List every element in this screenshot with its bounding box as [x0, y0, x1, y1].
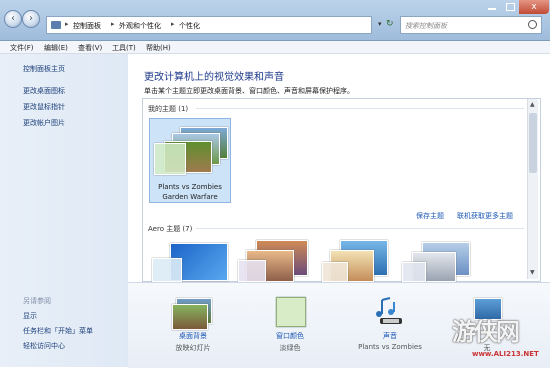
sounds-link[interactable]: 声音 — [345, 331, 435, 341]
my-themes-heading: 我的主题 (1) — [148, 105, 189, 113]
breadcrumb-chevron-icon[interactable]: ▸ — [111, 20, 115, 28]
sidebar-home-link[interactable]: 控制面板主页 — [23, 64, 65, 74]
maximize-button[interactable] — [500, 0, 520, 14]
close-button[interactable]: x — [519, 0, 549, 14]
group-divider — [196, 108, 524, 109]
close-icon: x — [531, 2, 537, 12]
sidebar-item-desktop-icons[interactable]: 更改桌面图标 — [23, 86, 65, 96]
watermark-text: 游侠网 — [452, 318, 520, 346]
breadcrumb-chevron-icon[interactable]: ▸ — [171, 20, 175, 28]
window-color-swatch — [152, 258, 182, 282]
window-color-icon[interactable] — [276, 297, 306, 327]
menu-edit[interactable]: 编辑(E) — [44, 43, 68, 53]
window-color-swatch — [238, 260, 266, 282]
search-placeholder: 搜索控制面板 — [405, 22, 447, 30]
refresh-icon[interactable]: ↻ — [386, 19, 396, 29]
breadcrumb-personalization[interactable]: 个性化 — [179, 21, 200, 31]
scroll-down-icon[interactable]: ▼ — [530, 269, 535, 276]
page-subtitle: 单击某个主题立即更改桌面背景、窗口颜色、声音和屏幕保护程序。 — [144, 87, 354, 95]
menu-file[interactable]: 文件(F) — [10, 43, 34, 53]
desktop-background-icon-front — [172, 304, 208, 330]
theme-list-scrollbar[interactable]: ▲ ▼ — [527, 99, 538, 279]
menu-tools[interactable]: 工具(T) — [112, 43, 136, 53]
scroll-up-icon[interactable]: ▲ — [530, 101, 535, 108]
breadcrumb-chevron-icon[interactable]: ▸ — [65, 20, 69, 28]
sidebar-item-display[interactable]: 显示 — [23, 311, 37, 321]
desktop-background-sub: 放映幻灯片 — [175, 344, 211, 352]
window-color-sub: 淡绿色 — [279, 344, 301, 352]
back-button[interactable]: ‹ — [4, 10, 22, 28]
forward-button[interactable]: › — [22, 10, 40, 28]
page-title: 更改计算机上的视觉效果和声音 — [144, 72, 284, 83]
window-color-swatch — [322, 262, 348, 282]
window-color-swatch — [402, 262, 426, 282]
sounds-sub: Plants vs Zombies — [358, 343, 422, 351]
scrollbar-thumb[interactable] — [529, 113, 537, 173]
theme-subname: Garden Warfare — [162, 193, 218, 201]
breadcrumb-appearance[interactable]: 外观和个性化 — [119, 21, 161, 31]
save-theme-link[interactable]: 保存主题 — [416, 211, 444, 221]
aero-themes-heading: Aero 主题 (7) — [148, 225, 193, 233]
minimize-button[interactable] — [482, 0, 502, 14]
get-more-themes-link[interactable]: 联机获取更多主题 — [457, 211, 513, 221]
search-input[interactable]: 搜索控制面板 — [400, 16, 542, 34]
breadcrumb-control-panel[interactable]: 控制面板 — [73, 21, 101, 31]
watermark-url: www.ALI213.NET — [472, 350, 539, 358]
theme-name: Plants vs Zombies — [158, 183, 222, 191]
sidebar-item-taskbar[interactable]: 任务栏和「开始」菜单 — [23, 326, 93, 336]
sidebar-item-mouse-pointers[interactable]: 更改鼠标指针 — [23, 102, 65, 112]
address-bar[interactable]: ▸ 控制面板 ▸ 外观和个性化 ▸ 个性化 — [46, 16, 372, 34]
address-dropdown-icon[interactable]: ▾ — [378, 20, 382, 28]
see-also-heading: 另请参阅 — [23, 297, 51, 305]
menu-bar: 文件(F) 编辑(E) 查看(V) 工具(T) 帮助(H) — [0, 41, 550, 54]
watermark-logo: 游侠网 www.ALI213.NET — [452, 312, 548, 362]
sidebar — [0, 54, 128, 367]
group-divider — [196, 228, 524, 229]
window-color-link[interactable]: 窗口颜色 — [245, 331, 335, 341]
sounds-icon[interactable] — [374, 296, 406, 326]
menu-help[interactable]: 帮助(H) — [146, 43, 171, 53]
window-color-swatch — [154, 143, 186, 175]
desktop-background-link[interactable]: 桌面背景 — [148, 331, 238, 341]
menu-view[interactable]: 查看(V) — [78, 43, 102, 53]
search-icon[interactable] — [528, 20, 537, 29]
control-panel-icon — [51, 21, 61, 29]
sidebar-item-account-picture[interactable]: 更改帐户图片 — [23, 118, 65, 128]
sidebar-item-ease-of-access[interactable]: 轻松访问中心 — [23, 341, 65, 351]
